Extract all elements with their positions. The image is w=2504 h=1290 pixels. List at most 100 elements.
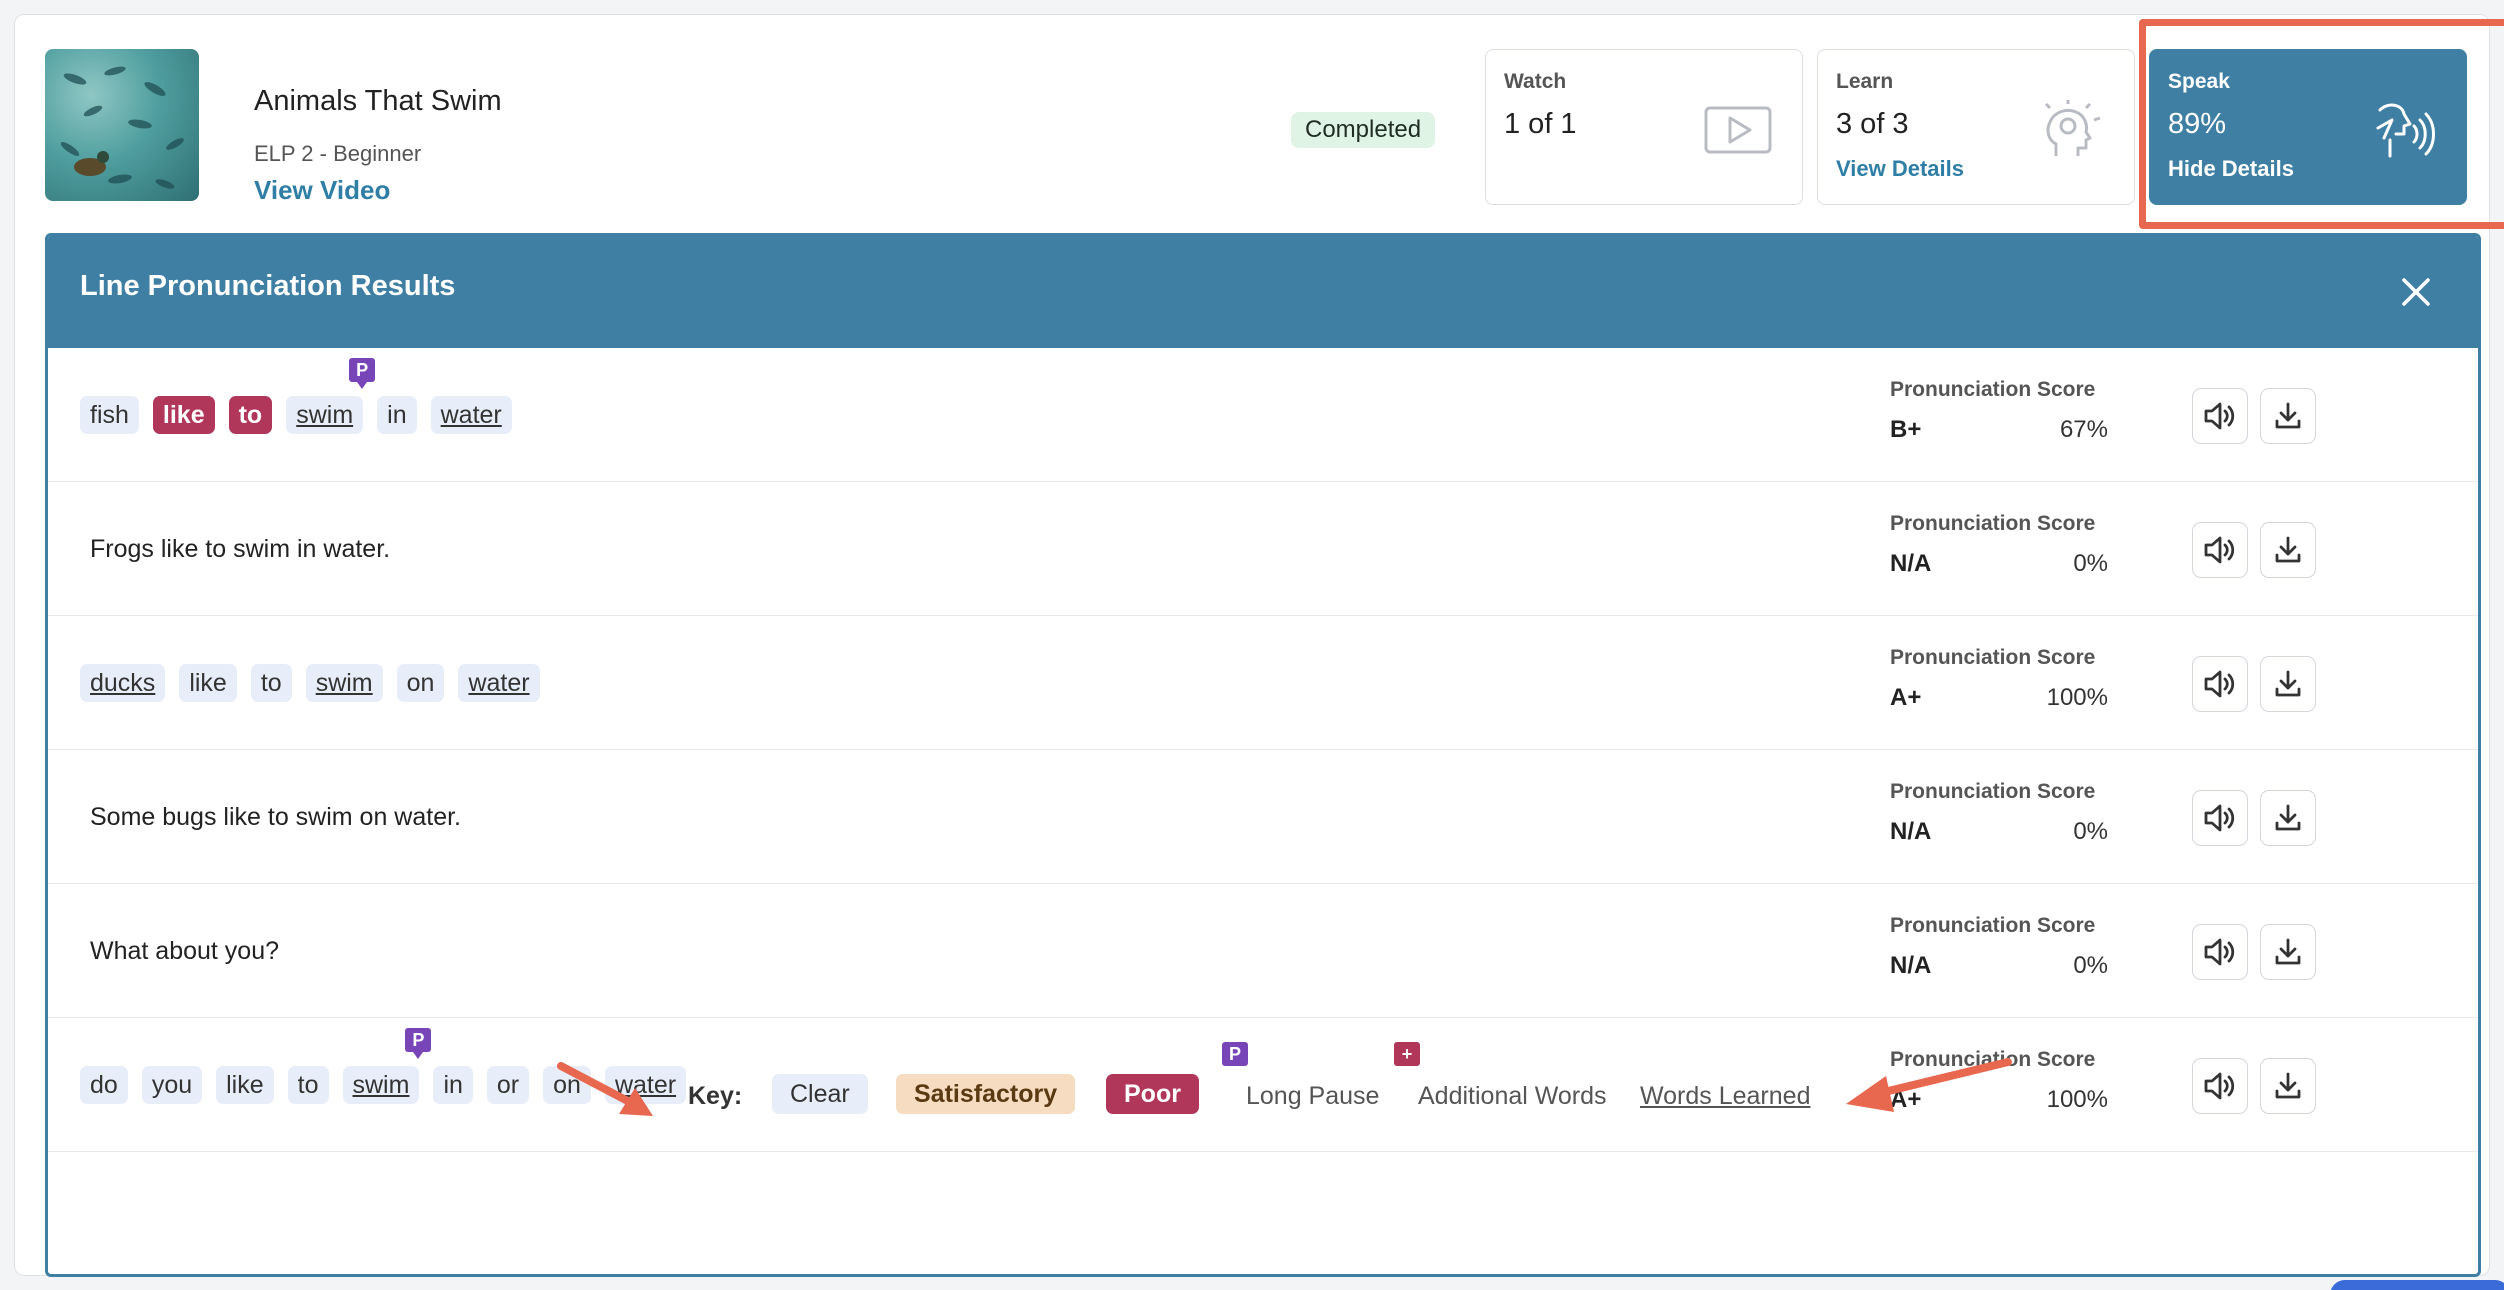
score-grade: N/A — [1890, 818, 1932, 845]
learn-value: 3 of 3 — [1836, 108, 1909, 140]
sentence-text: Some bugs like to swim on water. — [90, 803, 461, 831]
key-words-learned: Words Learned — [1640, 1082, 1811, 1110]
result-row: ducks like to swim on water Pronunciation Scor… — [48, 616, 2478, 750]
play-audio-button[interactable] — [2192, 522, 2248, 578]
result-row: What about you? Pronunciation Score N/A 0% — [48, 884, 2478, 1018]
key-label: Key: — [688, 1082, 743, 1110]
speak-value: 89% — [2168, 108, 2227, 140]
download-icon — [2273, 535, 2303, 565]
pronunciation-score-label: Pronunciation Score — [1890, 646, 2096, 669]
word-chip: to — [250, 664, 292, 702]
word-text: on — [406, 669, 435, 697]
word-chip: fish — [80, 396, 139, 434]
score-percent: 100% — [2046, 684, 2108, 711]
left-arrow-annotation — [557, 1062, 653, 1116]
score-percent: 0% — [2073, 550, 2108, 577]
download-icon — [2273, 803, 2303, 833]
word-text: like — [189, 669, 227, 697]
download-icon — [2273, 937, 2303, 967]
lesson-level: ELP 2 - Beginner — [254, 141, 422, 166]
key-clear-chip: Clear — [772, 1074, 868, 1114]
speaker-icon — [2203, 669, 2237, 699]
learn-label: Learn — [1836, 70, 1894, 93]
speak-card[interactable]: Speak 89% Hide Details — [2149, 49, 2467, 205]
lesson-thumbnail[interactable] — [45, 49, 199, 201]
corner-button[interactable] — [2330, 1280, 2504, 1290]
speak-hide-details-link[interactable]: Hide Details — [2168, 156, 2294, 182]
word-chip: to — [228, 396, 273, 434]
word-text: like — [162, 401, 205, 429]
sentence-text: What about you? — [90, 937, 280, 965]
speaking-head-icon — [2376, 103, 2435, 158]
score-percent: 67% — [2059, 416, 2108, 443]
word-text: to — [238, 401, 263, 429]
speaker-icon — [2203, 803, 2237, 833]
result-row: Frogs like to swim in water. Pronunciatio… — [48, 482, 2478, 616]
word-chip: like — [179, 664, 237, 702]
panel-title: Line Pronunciation Results — [80, 270, 456, 302]
additional-words-badge: + — [1394, 1042, 1420, 1066]
long-pause-badge: P — [1222, 1042, 1248, 1066]
word-text: swim — [296, 401, 354, 429]
word-text: in — [387, 401, 407, 429]
score-grade: A+ — [1890, 684, 1922, 711]
download-icon — [2273, 669, 2303, 699]
learn-view-details-link[interactable]: View Details — [1836, 156, 1964, 182]
score-grade: N/A — [1890, 952, 1932, 979]
word-chip[interactable]: water — [458, 664, 540, 702]
legend-key: Key: Clear Satisfactory Poor P Long Paus… — [48, 1026, 2478, 1156]
download-audio-button[interactable] — [2260, 522, 2316, 578]
word-chip[interactable]: ducks — [80, 664, 166, 702]
pronunciation-score-label: Pronunciation Score — [1890, 780, 2096, 803]
sentence-text: Frogs like to swim in water. — [90, 535, 391, 563]
play-audio-button[interactable] — [2192, 790, 2248, 846]
key-long-pause: Long Pause — [1246, 1082, 1380, 1110]
play-audio-button[interactable] — [2192, 388, 2248, 444]
word-text: ducks — [90, 669, 156, 697]
long-pause-marker: P — [349, 358, 376, 389]
speaker-icon — [2203, 535, 2237, 565]
word-chip: on — [396, 664, 445, 702]
speak-label: Speak — [2168, 70, 2230, 93]
right-arrow-annotation — [1846, 1058, 2012, 1112]
word-chip[interactable]: swim P — [286, 358, 376, 434]
learn-card[interactable]: Learn 3 of 3 View Details — [1817, 49, 2135, 205]
word-text: swim — [315, 669, 373, 697]
word-text: fish — [90, 401, 129, 429]
speaker-icon — [2203, 401, 2237, 431]
play-icon — [1704, 106, 1772, 154]
download-audio-button[interactable] — [2260, 924, 2316, 980]
close-icon[interactable] — [2398, 274, 2434, 310]
word-chip: like — [152, 396, 215, 434]
download-audio-button[interactable] — [2260, 656, 2316, 712]
view-video-link[interactable]: View Video — [254, 175, 390, 206]
score-percent: 0% — [2073, 818, 2108, 845]
key-poor-chip: Poor — [1106, 1074, 1199, 1114]
score-grade: B+ — [1890, 416, 1922, 443]
watch-label: Watch — [1504, 70, 1567, 93]
result-row: Some bugs like to swim on water. Pronunci… — [48, 750, 2478, 884]
download-audio-button[interactable] — [2260, 790, 2316, 846]
word-chip[interactable]: swim — [305, 664, 383, 702]
speaker-icon — [2203, 937, 2237, 967]
word-text: water — [468, 669, 530, 697]
lesson-title: Animals That Swim — [254, 85, 502, 117]
watch-value: 1 of 1 — [1504, 108, 1577, 140]
play-audio-button[interactable] — [2192, 656, 2248, 712]
play-audio-button[interactable] — [2192, 924, 2248, 980]
word-chip[interactable]: water — [430, 396, 512, 434]
result-row: fish like to swim Pin water Pronunciation Scor… — [48, 348, 2478, 482]
word-text: water — [440, 401, 502, 429]
key-additional-words: Additional Words — [1418, 1082, 1607, 1110]
pronunciation-results-panel: Line Pronunciation Results fish like to swi… — [45, 233, 2481, 1277]
watch-card[interactable]: Watch 1 of 1 — [1485, 49, 1803, 205]
download-audio-button[interactable] — [2260, 388, 2316, 444]
panel-header: Line Pronunciation Results — [48, 236, 2478, 348]
word-list: ducks like to swim on water — [80, 616, 554, 750]
pronunciation-score-label: Pronunciation Score — [1890, 378, 2096, 401]
key-satisfactory-chip: Satisfactory — [896, 1074, 1076, 1114]
download-icon — [2273, 401, 2303, 431]
score-grade: N/A — [1890, 550, 1932, 577]
word-text: to — [260, 669, 282, 697]
word-list: fish like to swim Pin water — [80, 348, 526, 482]
